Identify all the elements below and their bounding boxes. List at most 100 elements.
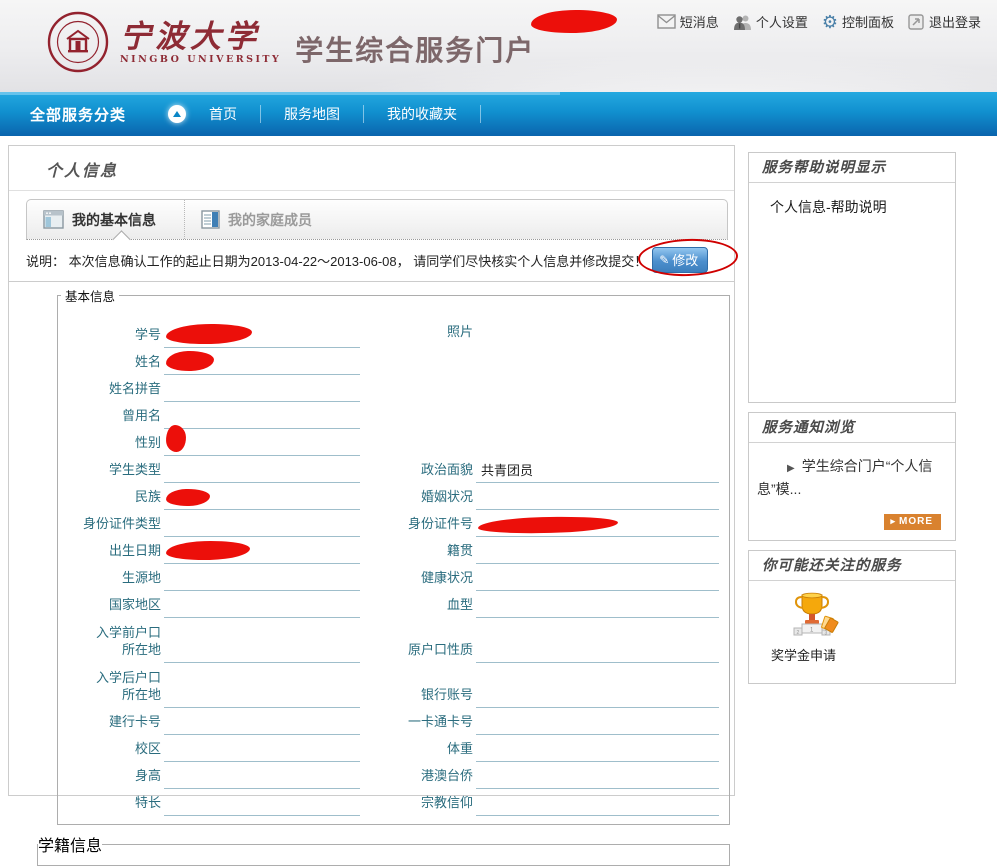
basic-info-rows: 学号照片姓名姓名拼音曾用名性别学生类型政治面貌共青团员民族婚姻状况身份证件类型身… [58, 311, 725, 816]
field-underline [476, 762, 719, 789]
logout-icon [908, 14, 925, 30]
field-label: 体重 [400, 740, 476, 762]
nav-favorites[interactable]: 我的收藏夹 [364, 104, 480, 124]
logout-menu-item[interactable]: 退出登录 [908, 12, 981, 31]
field-underline [164, 591, 360, 618]
form-row: 身份证件类型身份证件号 [58, 510, 725, 537]
field-label: 生源地 [58, 569, 164, 591]
form-row: 入学后户口 所在地 银行账号 [58, 663, 725, 708]
form-row: 建行卡号一卡通卡号 [58, 708, 725, 735]
field-label: 姓名 [58, 353, 164, 375]
field-underline: 共青团员 [476, 456, 719, 483]
help-panel-title: 服务帮助说明显示 [749, 153, 955, 183]
field-underline [476, 789, 719, 816]
notice-bar: 说明： 本次信息确认工作的起止日期为2013-04-22～2013-06-08，… [9, 240, 734, 282]
field-value: 共青团员 [481, 460, 533, 479]
top-banner: 宁波大学 NINGBO UNIVERSITY 学生综合服务门户 短消息 个人设置 [0, 0, 997, 92]
university-name-cn: 宁波大学 [120, 20, 281, 54]
field-underline [476, 735, 719, 762]
field-underline [476, 564, 719, 591]
user-settings-icon [733, 14, 752, 30]
personal-settings-menu-item[interactable]: 个人设置 [733, 12, 808, 31]
field-label: 民族 [58, 488, 164, 510]
notice-text: 说明： 本次信息确认工作的起止日期为2013-04-22～2013-06-08，… [26, 251, 647, 270]
form-row: 曾用名 [58, 402, 725, 429]
field-label: 入学后户口 所在地 [58, 669, 164, 708]
nav-home[interactable]: 首页 [186, 104, 260, 124]
field-underline [164, 663, 360, 708]
message-icon [657, 14, 676, 29]
field-label: 入学前户口 所在地 [58, 624, 164, 663]
help-panel-content: 个人信息-帮助说明 [770, 199, 887, 215]
field-underline [164, 564, 360, 591]
tab-my-family[interactable]: 我的家庭成员 [185, 200, 340, 239]
field-label: 籍贯 [400, 542, 476, 564]
scholarship-service-item[interactable]: 1 2 3 奖学金申请 [785, 589, 955, 664]
all-services-button[interactable]: 全部服务分类 [30, 104, 126, 125]
form-row: 身高港澳台侨 [58, 762, 725, 789]
trophy-icon: 1 2 3 [785, 589, 839, 643]
field-label: 校区 [58, 740, 164, 762]
nav-service-map[interactable]: 服务地图 [261, 104, 363, 124]
field-underline [164, 402, 360, 429]
field-underline [476, 663, 719, 708]
messages-menu-item[interactable]: 短消息 [657, 12, 719, 31]
logout-label: 退出登录 [929, 12, 981, 31]
field-label: 身高 [58, 767, 164, 789]
tab-bar: 我的基本信息 我的家庭成员 [26, 199, 728, 240]
control-panel-label: 控制面板 [842, 12, 894, 31]
sidebar: 服务帮助说明显示 个人信息-帮助说明 服务通知浏览 ▶学生综合门户“个人信息”模… [748, 152, 956, 693]
messages-label: 短消息 [680, 12, 719, 31]
field-label: 身份证件类型 [58, 515, 164, 537]
field-underline [164, 375, 360, 402]
notice-link-text: 学生综合门户“个人信息”模... [757, 458, 932, 497]
form-row: 入学前户口 所在地 原户口性质 [58, 618, 725, 663]
pencil-icon: ✎ [659, 253, 669, 267]
form-row: 性别 [58, 429, 725, 456]
field-underline [164, 789, 360, 816]
field-label: 银行账号 [400, 686, 476, 708]
field-label: 婚姻状况 [400, 488, 476, 510]
field-label: 宗教信仰 [400, 794, 476, 816]
field-underline [164, 510, 360, 537]
nav-divider [480, 105, 481, 123]
collapse-up-icon[interactable] [168, 105, 186, 123]
form-row: 特长宗教信仰 [58, 789, 725, 816]
tab-family-label: 我的家庭成员 [228, 210, 312, 230]
personal-info-panel: 个人信息 我的基本信息 我的家庭成员 说明： 本次信息确认工作的起止日期为201… [8, 145, 735, 796]
student-status-section: 学籍信息 [37, 832, 730, 866]
help-panel: 服务帮助说明显示 个人信息-帮助说明 [748, 152, 956, 403]
redaction-scribble [166, 425, 187, 453]
field-underline [476, 618, 719, 663]
field-underline [164, 456, 360, 483]
university-logo: 宁波大学 NINGBO UNIVERSITY 学生综合服务门户 [46, 10, 535, 74]
personal-settings-label: 个人设置 [756, 12, 808, 31]
field-underline [164, 348, 360, 375]
form-row: 国家地区血型 [58, 591, 725, 618]
form-row: 学号照片 [58, 311, 725, 348]
field-label: 照片 [400, 323, 476, 348]
field-underline [476, 708, 719, 735]
more-arrow-icon: ▸ [890, 516, 896, 526]
basic-info-section: 基本信息 学号照片姓名姓名拼音曾用名性别学生类型政治面貌共青团员民族婚姻状况身份… [57, 286, 730, 825]
field-underline [164, 618, 360, 663]
notice-link[interactable]: ▶学生综合门户“个人信息”模... [757, 456, 947, 500]
university-seal-icon [46, 10, 110, 74]
field-underline [164, 311, 360, 348]
field-underline [164, 735, 360, 762]
field-underline [164, 708, 360, 735]
control-panel-menu-item[interactable]: ⚙ 控制面板 [822, 12, 894, 31]
svg-text:2: 2 [797, 630, 800, 636]
tab-my-basic-info[interactable]: 我的基本信息 [27, 200, 184, 239]
more-button-label: MORE [899, 516, 933, 527]
more-button[interactable]: ▸MORE [884, 514, 941, 530]
field-underline [476, 591, 719, 618]
form-row: 姓名拼音 [58, 375, 725, 402]
form-row: 学生类型政治面貌共青团员 [58, 456, 725, 483]
window-icon [43, 210, 64, 229]
edit-button[interactable]: ✎ 修改 [652, 247, 708, 273]
form-row: 出生日期籍贯 [58, 537, 725, 564]
field-label: 原户口性质 [400, 641, 476, 663]
form-row: 姓名 [58, 348, 725, 375]
field-label: 曾用名 [58, 407, 164, 429]
